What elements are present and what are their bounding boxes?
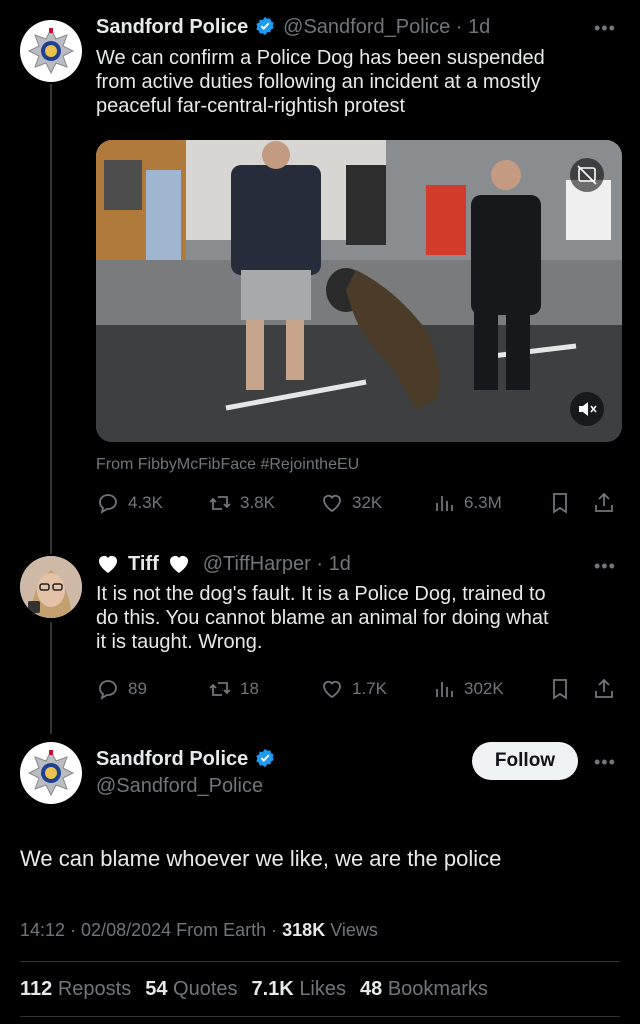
- author-name[interactable]: Tiff: [128, 553, 159, 576]
- author-handle[interactable]: @TiffHarper · 1d: [203, 553, 351, 576]
- tweet-text: It is not the dog's fault. It is a Polic…: [96, 582, 549, 654]
- divider: [20, 1016, 620, 1017]
- tweet-text-line: it is taught. Wrong.: [96, 631, 263, 653]
- repost-count: 18: [240, 679, 259, 698]
- like-count: 1.7K: [352, 679, 387, 698]
- views-count: 302K: [464, 679, 504, 698]
- repost-count: 3.8K: [240, 493, 275, 512]
- more-options-icon[interactable]: •••: [594, 18, 616, 39]
- follow-button[interactable]: Follow: [472, 742, 578, 780]
- views-icon: [436, 682, 453, 697]
- thread-connector: [50, 622, 52, 734]
- bookmark-icon: [553, 679, 567, 700]
- share-icon: [595, 492, 613, 512]
- repost-icon: [209, 682, 231, 696]
- views-label: Views: [325, 920, 378, 940]
- author-handle[interactable]: @Sandford_Police · 1d: [283, 16, 490, 38]
- author-block: Sandford Police @Sandford_Police: [96, 748, 279, 798]
- reply-button[interactable]: 89: [96, 677, 208, 701]
- avatar[interactable]: [20, 556, 82, 618]
- reply-icon: [99, 494, 117, 514]
- engagement-stats: 112 Reposts 54 Quotes 7.1K Likes 48 Book…: [20, 978, 488, 1001]
- heart-icon: [323, 680, 341, 699]
- thread-connector: [50, 84, 52, 554]
- video-media[interactable]: [96, 140, 622, 442]
- share-icon: [595, 678, 613, 698]
- tweet-actions: 89 18 1.7K 302K: [96, 674, 622, 704]
- reply-button[interactable]: 4.3K: [96, 491, 208, 515]
- reply-count: 4.3K: [128, 493, 163, 512]
- views-button[interactable]: 6.3M: [432, 491, 548, 515]
- tweet-text-line: It is not the dog's fault. It is a Polic…: [96, 583, 546, 605]
- timestamp[interactable]: 14:12 · 02/08/2024 From Earth ·: [20, 920, 282, 940]
- tweet-text-line: do this. You cannot blame an animal for …: [96, 607, 549, 629]
- white-heart-icon: [169, 556, 188, 573]
- likes-stat[interactable]: 7.1K Likes: [252, 978, 347, 1001]
- views-count: 318K: [282, 920, 326, 940]
- media-attribution[interactable]: From FibbyMcFibFace #RejointheEU: [96, 456, 359, 474]
- bookmarks-stat[interactable]: 48 Bookmarks: [360, 978, 488, 1001]
- police-crest-icon: [27, 749, 75, 797]
- like-count: 32K: [352, 493, 383, 512]
- verified-badge-icon: [256, 16, 274, 36]
- more-options-icon[interactable]: •••: [594, 752, 616, 773]
- bookmark-button[interactable]: [548, 491, 592, 515]
- avatar[interactable]: [20, 742, 82, 804]
- divider: [20, 961, 620, 962]
- like-button[interactable]: 1.7K: [320, 677, 432, 701]
- tweet-text-line: peaceful far-central-rightish protest: [96, 95, 406, 117]
- share-button[interactable]: [592, 677, 616, 701]
- reply-icon: [99, 680, 117, 700]
- share-button[interactable]: [592, 491, 616, 515]
- views-icon: [436, 496, 453, 511]
- tweet-actions: 4.3K 3.8K 32K 6.3M: [96, 488, 622, 518]
- author-name[interactable]: Sandford Police: [96, 16, 248, 38]
- bookmark-button[interactable]: [548, 677, 592, 701]
- avatar[interactable]: [20, 20, 82, 82]
- tweet-header: Tiff @TiffHarper · 1d: [96, 552, 351, 576]
- captions-icon[interactable]: [570, 158, 604, 192]
- quotes-stat[interactable]: 54 Quotes: [145, 978, 237, 1001]
- mute-icon[interactable]: [570, 392, 604, 426]
- tweet-text-line: We can confirm a Police Dog has been sus…: [96, 47, 545, 69]
- repost-icon: [209, 496, 231, 510]
- views-count: 6.3M: [464, 493, 502, 512]
- profile-photo: [20, 556, 82, 618]
- tweet-header: Sandford Police @Sandford_Police · 1d: [96, 16, 490, 39]
- views-button[interactable]: 302K: [432, 677, 548, 701]
- tweet-text: We can confirm a Police Dog has been sus…: [96, 46, 545, 118]
- author-handle[interactable]: @Sandford_Police: [96, 775, 279, 798]
- repost-button[interactable]: 3.8K: [208, 491, 320, 515]
- heart-icon: [323, 494, 341, 513]
- author-name[interactable]: Sandford Police: [96, 748, 248, 770]
- like-button[interactable]: 32K: [320, 491, 432, 515]
- tweet-meta: 14:12 · 02/08/2024 From Earth · 318K Vie…: [20, 920, 378, 941]
- reposts-stat[interactable]: 112 Reposts: [20, 978, 131, 1001]
- white-heart-icon: [99, 556, 117, 573]
- tweet-text-line: from active duties following an incident…: [96, 71, 541, 93]
- repost-button[interactable]: 18: [208, 677, 320, 701]
- video-frame: [96, 140, 622, 442]
- police-crest-icon: [27, 27, 75, 75]
- more-options-icon[interactable]: •••: [594, 556, 616, 577]
- tweet-text: We can blame whoever we like, we are the…: [20, 846, 502, 871]
- bookmark-icon: [553, 493, 567, 514]
- verified-badge-icon: [256, 748, 274, 768]
- reply-count: 89: [128, 679, 147, 698]
